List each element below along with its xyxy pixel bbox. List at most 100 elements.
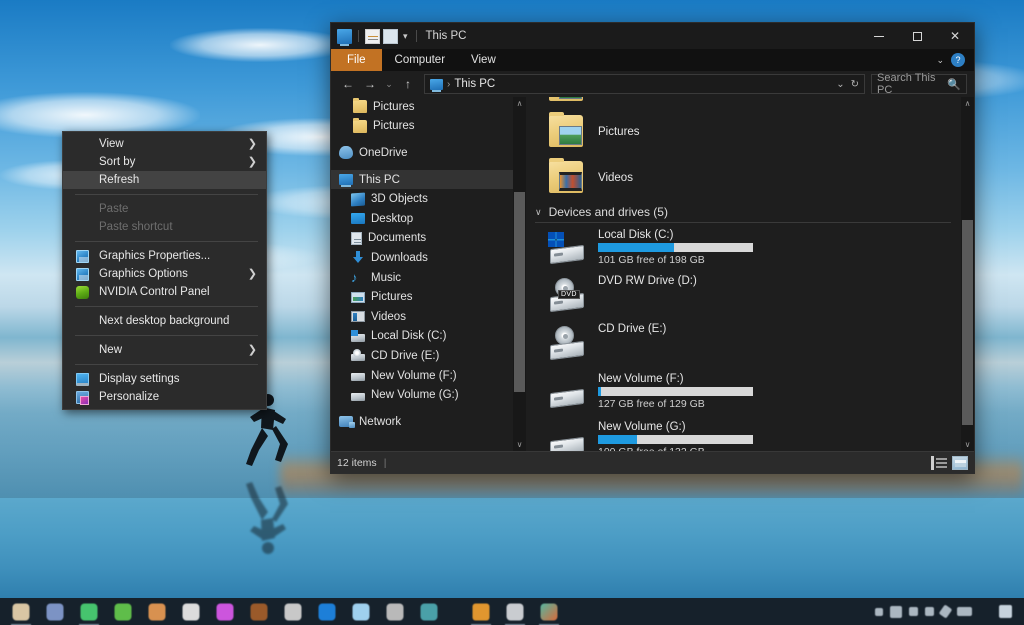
desktop[interactable]: View ❯ Sort by ❯ Refresh Paste Paste sho… bbox=[0, 0, 1024, 625]
scrollbar-thumb[interactable] bbox=[962, 220, 973, 425]
search-icon[interactable]: 🔍 bbox=[947, 78, 961, 91]
context-menu-item-display-settings[interactable]: Display settings bbox=[63, 370, 266, 388]
cloud-icon[interactable] bbox=[890, 605, 903, 618]
up-button[interactable]: ↑ bbox=[398, 74, 418, 94]
address-bar[interactable]: ← → ⌄ ↑ › This PC ⌄ ↻ Search This PC 🔍 bbox=[331, 71, 974, 97]
taskbar-app-purple[interactable] bbox=[212, 601, 238, 623]
ribbon-tabs[interactable]: File Computer View ⌄ ? bbox=[331, 49, 974, 71]
context-menu-item-view[interactable]: View ❯ bbox=[63, 135, 266, 153]
sidebar-item-documents[interactable]: Documents bbox=[331, 229, 526, 249]
table-row[interactable]: CD Drive (E:) bbox=[526, 319, 961, 367]
scroll-up-icon[interactable]: ∧ bbox=[513, 97, 526, 110]
breadcrumb-path[interactable]: This PC bbox=[454, 78, 495, 90]
table-row[interactable]: New Volume (F:) 127 GB free of 129 GB bbox=[526, 367, 961, 415]
taskbar-app-blue[interactable] bbox=[314, 601, 340, 623]
search-input[interactable]: Search This PC 🔍 bbox=[871, 72, 967, 96]
navigation-pane[interactable]: Pictures Pictures OneDrive This PC 3D Ob… bbox=[331, 97, 526, 451]
taskbar-app-pale[interactable] bbox=[502, 601, 528, 625]
window-controls[interactable]: ✕ bbox=[860, 23, 974, 49]
sidebar-item-pictures-quick[interactable]: Pictures bbox=[331, 97, 526, 117]
task-view-button[interactable] bbox=[76, 601, 102, 625]
scroll-up-icon[interactable]: ∧ bbox=[961, 97, 974, 110]
content-pane[interactable]: Pictures Videos ∨ Devices and drives (5) bbox=[526, 97, 974, 451]
file-explorer-window[interactable]: ▾ This PC ✕ File Computer View ⌄ ? ← → ⌄ bbox=[330, 22, 975, 474]
navpane-scrollbar[interactable]: ∧ ∨ bbox=[513, 97, 526, 451]
taskbar-app-orange[interactable] bbox=[144, 601, 170, 623]
ribbon-tab-computer[interactable]: Computer bbox=[382, 49, 459, 71]
minimize-button[interactable] bbox=[860, 23, 898, 49]
content-scrollbar[interactable]: ∧ ∨ bbox=[961, 97, 974, 451]
chevron-down-icon[interactable]: ▾ bbox=[401, 31, 410, 42]
properties-icon[interactable] bbox=[365, 28, 380, 44]
network-icon[interactable] bbox=[909, 607, 919, 616]
sidebar-item-music[interactable]: ♪ Music bbox=[331, 268, 526, 288]
action-center-icon[interactable] bbox=[999, 605, 1012, 618]
volume-icon[interactable] bbox=[925, 607, 935, 616]
taskbar-app-silver[interactable] bbox=[280, 601, 306, 623]
context-menu-item-sort-by[interactable]: Sort by ❯ bbox=[63, 153, 266, 171]
search-cortana-button[interactable] bbox=[42, 601, 68, 623]
scroll-down-icon[interactable]: ∨ bbox=[513, 438, 526, 451]
ribbon-tab-view[interactable]: View bbox=[458, 49, 509, 71]
context-menu-item-new[interactable]: New ❯ bbox=[63, 341, 266, 359]
help-icon[interactable]: ? bbox=[951, 53, 965, 67]
taskbar-app-green[interactable] bbox=[110, 601, 136, 623]
window-titlebar[interactable]: ▾ This PC ✕ bbox=[331, 23, 974, 49]
forward-button[interactable]: → bbox=[360, 74, 380, 94]
sidebar-item-3d-objects[interactable]: 3D Objects bbox=[331, 189, 526, 209]
desktop-context-menu[interactable]: View ❯ Sort by ❯ Refresh Paste Paste sho… bbox=[62, 131, 267, 410]
pen-icon[interactable] bbox=[939, 604, 953, 619]
sidebar-item-this-pc[interactable]: This PC bbox=[331, 169, 526, 190]
sidebar-item-new-volume-f[interactable]: New Volume (F:) bbox=[331, 366, 526, 386]
scrollbar-thumb[interactable] bbox=[514, 192, 525, 392]
sidebar-item-new-volume-g[interactable]: New Volume (G:) bbox=[331, 385, 526, 405]
list-item-clipped[interactable] bbox=[526, 97, 961, 109]
start-button[interactable] bbox=[8, 601, 34, 625]
table-row[interactable]: New Volume (G:) 100 GB free of 132 GB bbox=[526, 415, 961, 451]
table-row[interactable]: Local Disk (C:) 101 GB free of 198 GB bbox=[526, 223, 961, 271]
list-item-pictures[interactable]: Pictures bbox=[526, 109, 961, 155]
ribbon-tab-file[interactable]: File bbox=[331, 49, 382, 71]
details-view-icon[interactable] bbox=[931, 455, 947, 470]
quick-access-toolbar[interactable]: ▾ bbox=[331, 28, 420, 46]
taskbar-app-white[interactable] bbox=[178, 601, 204, 623]
scroll-down-icon[interactable]: ∨ bbox=[961, 438, 974, 451]
sidebar-item-local-disk-c[interactable]: Local Disk (C:) bbox=[331, 327, 526, 347]
sidebar-item-downloads[interactable]: Downloads bbox=[331, 248, 526, 268]
sidebar-item-cd-drive-e[interactable]: CD Drive (E:) bbox=[331, 346, 526, 366]
breadcrumb-dropdown-icon[interactable]: ⌄ bbox=[836, 79, 844, 90]
back-button[interactable]: ← bbox=[338, 74, 358, 94]
taskbar-app-brown[interactable] bbox=[246, 601, 272, 623]
context-menu-item-refresh[interactable]: Refresh bbox=[63, 171, 266, 189]
taskbar-app-gray[interactable] bbox=[382, 601, 408, 623]
context-menu-item-personalize[interactable]: Personalize bbox=[63, 388, 266, 406]
sidebar-item-onedrive[interactable]: OneDrive bbox=[331, 143, 526, 163]
breadcrumb[interactable]: › This PC ⌄ ↻ bbox=[424, 74, 865, 94]
taskbar-app-teal[interactable] bbox=[416, 601, 442, 623]
taskbar-app-lightblue[interactable] bbox=[348, 601, 374, 623]
sidebar-item-pictures[interactable]: Pictures bbox=[331, 287, 526, 307]
taskbar-clock[interactable] bbox=[979, 602, 992, 622]
scrollbar-track[interactable] bbox=[961, 110, 974, 438]
close-button[interactable]: ✕ bbox=[936, 23, 974, 49]
taskbar[interactable] bbox=[0, 598, 1024, 625]
taskbar-app-multicolor[interactable] bbox=[536, 601, 562, 625]
system-tray[interactable] bbox=[875, 602, 1020, 622]
chevron-down-icon[interactable]: ∨ bbox=[535, 207, 542, 218]
list-item-videos[interactable]: Videos bbox=[526, 155, 961, 201]
context-menu-item-graphics-options[interactable]: Graphics Options ❯ bbox=[63, 265, 266, 283]
file-explorer-taskbar-button[interactable] bbox=[468, 601, 494, 625]
scrollbar-track[interactable] bbox=[513, 110, 526, 438]
chevron-up-icon[interactable] bbox=[875, 607, 884, 616]
maximize-button[interactable] bbox=[898, 23, 936, 49]
sidebar-item-pictures-quick-2[interactable]: Pictures bbox=[331, 117, 526, 137]
context-menu-item-nvidia-control-panel[interactable]: NVIDIA Control Panel bbox=[63, 283, 266, 301]
recent-locations-button[interactable]: ⌄ bbox=[382, 74, 396, 94]
sidebar-item-desktop[interactable]: Desktop bbox=[331, 209, 526, 229]
sidebar-item-videos[interactable]: Videos bbox=[331, 307, 526, 327]
context-menu-item-graphics-properties[interactable]: Graphics Properties... bbox=[63, 247, 266, 265]
refresh-icon[interactable]: ↻ bbox=[851, 79, 859, 90]
new-folder-icon[interactable] bbox=[383, 28, 398, 44]
group-header-devices-and-drives[interactable]: ∨ Devices and drives (5) bbox=[526, 201, 961, 223]
expand-ribbon-icon[interactable]: ⌄ bbox=[936, 55, 944, 66]
